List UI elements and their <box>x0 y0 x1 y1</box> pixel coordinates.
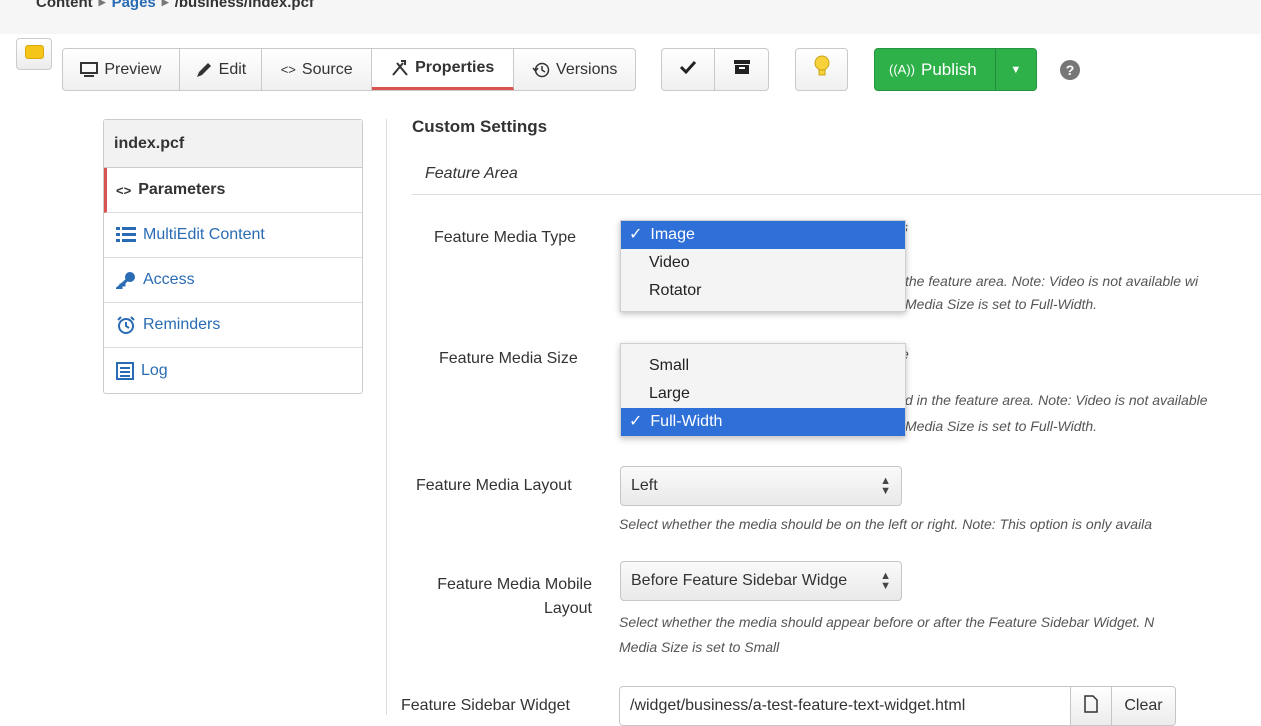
source-label: Source <box>301 60 353 78</box>
edit-label: Edit <box>218 60 247 78</box>
feature-sidebar-widget-label: Feature Sidebar Widget <box>401 697 570 714</box>
select-arrows-icon: ▲ ▼ <box>880 570 891 592</box>
dropdown-option-video[interactable]: Video <box>621 249 905 277</box>
label-line: Layout <box>543 600 592 617</box>
archive-icon <box>733 59 751 80</box>
select-arrows-icon: ▲ ▼ <box>880 475 891 497</box>
clear-button[interactable]: Clear <box>1111 686 1176 726</box>
feature-sidebar-widget-input[interactable]: /widget/business/a-test-feature-text-wid… <box>619 686 1071 726</box>
breadcrumb-content[interactable]: Content <box>36 0 93 11</box>
feature-media-layout-label: Feature Media Layout <box>416 477 572 494</box>
sidebar-item-label: Log <box>141 361 168 379</box>
dropdown-option-large[interactable]: Large <box>621 380 905 408</box>
panel-divider <box>386 119 387 715</box>
folder-icon <box>25 45 44 59</box>
folder-button[interactable] <box>16 38 52 70</box>
help-line: Select whether the media should appear b… <box>619 614 1155 630</box>
sidebar-title: index.pcf <box>104 120 362 168</box>
breadcrumb-pages[interactable]: Pages <box>112 0 156 11</box>
breadcrumb: Content ▶ Pages ▶ /business/index.pcf <box>36 0 314 11</box>
sidebar-item-log[interactable]: Log <box>104 348 362 393</box>
dropdown-option-small[interactable]: Small <box>621 352 905 380</box>
feature-media-size-help-2: Media Size is set to Full-Width. <box>905 415 1097 437</box>
browse-file-button[interactable] <box>1070 686 1112 726</box>
properties-sidebar: index.pcf <> Parameters MultiEdit Conten… <box>103 119 363 394</box>
feature-media-type-help-2: Media Size is set to Full-Width. <box>905 293 1097 315</box>
versions-label: Versions <box>556 60 618 78</box>
sidebar-item-label: MultiEdit Content <box>143 226 265 243</box>
help-line: Media Size is set to Full-Width. <box>905 418 1098 434</box>
dropdown-option-image[interactable]: Image <box>621 221 905 249</box>
feature-media-layout-select[interactable]: Left ▲ ▼ <box>620 466 902 506</box>
feature-media-mobile-layout-help-2: Media Size is set to Small <box>619 636 779 658</box>
feature-area-title: Feature Area <box>425 165 518 182</box>
label-line: Feature Media Mobile <box>437 576 592 593</box>
publish-button-group: ((A)) Publish ▼ <box>874 48 1037 91</box>
feature-media-size-label: Feature Media Size <box>439 350 578 367</box>
history-icon <box>532 61 550 79</box>
bulb-button-group <box>795 48 848 91</box>
monitor-icon <box>80 61 99 78</box>
alarm-clock-icon <box>116 315 136 335</box>
lightbulb-icon <box>814 55 830 84</box>
versions-button[interactable]: Versions <box>514 49 635 90</box>
feature-media-type-dropdown[interactable]: Image Video Rotator <box>620 220 906 312</box>
action-button-group <box>661 48 769 91</box>
publish-dropdown-toggle[interactable]: ▼ <box>996 49 1036 90</box>
properties-button[interactable]: Properties <box>371 49 515 90</box>
help-line: Media Size is set to Full-Width. <box>905 296 1098 312</box>
feature-media-type-help: the feature area. Note: Video is not ava… <box>905 270 1198 292</box>
breadcrumb-current: /business/index.pcf <box>174 0 314 11</box>
feature-media-size-dropdown[interactable]: Small Large Full-Width <box>620 343 906 437</box>
help-line: Media Size is set to Small <box>619 639 780 655</box>
dropdown-option-full-width[interactable]: Full-Width <box>621 408 905 436</box>
code-icon: <> <box>116 182 132 198</box>
check-icon <box>679 59 697 80</box>
key-icon <box>116 271 136 289</box>
view-button-group: Preview Edit <> Source Properties Versio… <box>62 48 636 91</box>
dropdown-option-rotator[interactable]: Rotator <box>621 277 905 305</box>
pencil-icon <box>195 61 213 79</box>
properties-label: Properties <box>415 59 495 76</box>
sidebar-item-label: Parameters <box>138 181 226 198</box>
tools-icon <box>391 59 409 77</box>
feature-media-mobile-layout-help: Select whether the media should appear b… <box>619 611 1154 633</box>
preview-label: Preview <box>104 60 162 78</box>
feature-media-mobile-layout-label: Feature Media Mobile Layout <box>417 573 592 621</box>
preview-button[interactable]: Preview <box>63 49 180 90</box>
section-divider <box>412 194 1261 195</box>
help-icon[interactable]: ? <box>1060 60 1080 80</box>
breadcrumb-separator-icon: ▶ <box>98 0 106 7</box>
publish-label: Publish <box>921 59 977 79</box>
sidebar-item-label: Reminders <box>143 316 221 333</box>
publish-button[interactable]: ((A)) Publish <box>875 49 996 90</box>
list-icon <box>116 226 136 244</box>
breadcrumb-separator-icon: ▶ <box>161 0 169 7</box>
select-value: Before Feature Sidebar Widge <box>631 572 848 589</box>
feature-media-layout-help: Select whether the media should be on th… <box>619 516 1153 532</box>
sidebar-item-parameters[interactable]: <> Parameters <box>104 168 362 213</box>
feature-media-type-label: Feature Media Type <box>434 229 577 246</box>
code-icon: <> <box>280 62 296 77</box>
feature-media-size-help: d in the feature area. Note: Video is no… <box>905 389 1208 411</box>
sidebar-item-label: Access <box>143 271 195 288</box>
lightbulb-button[interactable] <box>796 49 847 90</box>
edit-button[interactable]: Edit <box>180 49 263 90</box>
custom-settings-title: Custom Settings <box>412 117 548 136</box>
select-value: Left <box>631 477 658 494</box>
sidebar-item-reminders[interactable]: Reminders <box>104 303 362 348</box>
file-icon <box>1084 694 1098 718</box>
help-line: the feature area. Note: Video is not ava… <box>905 273 1199 289</box>
check-button[interactable] <box>662 49 716 90</box>
feature-media-mobile-layout-select[interactable]: Before Feature Sidebar Widge ▲ ▼ <box>620 561 902 601</box>
caret-down-icon: ▼ <box>1010 63 1022 76</box>
archive-button[interactable] <box>715 49 768 90</box>
help-line: d in the feature area. Note: Video is no… <box>905 392 1208 408</box>
broadcast-icon: ((A)) <box>889 62 915 77</box>
source-button[interactable]: <> Source <box>262 49 372 90</box>
log-icon <box>116 361 134 380</box>
sidebar-item-multiedit[interactable]: MultiEdit Content <box>104 213 362 258</box>
sidebar-item-access[interactable]: Access <box>104 258 362 303</box>
